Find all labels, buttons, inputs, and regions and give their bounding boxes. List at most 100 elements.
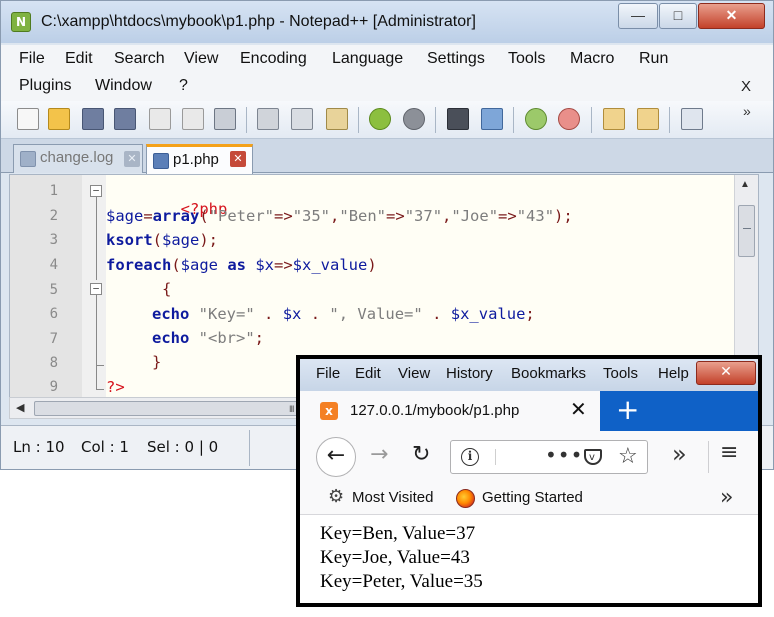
scroll-thumb[interactable]: III bbox=[34, 401, 304, 416]
browser-menu-history[interactable]: History bbox=[446, 365, 493, 382]
hamburger-menu-icon[interactable]: ≡ bbox=[720, 440, 738, 465]
line-number: 5 bbox=[49, 282, 58, 298]
tab-close-icon[interactable]: ✕ bbox=[124, 151, 140, 167]
browser-tab[interactable]: x 127.0.0.1/mybook/p1.php ✕ bbox=[300, 391, 600, 431]
menu-file[interactable]: File bbox=[19, 50, 45, 68]
menu-tools[interactable]: Tools bbox=[508, 50, 545, 68]
gear-icon: ⚙ bbox=[328, 486, 345, 507]
url-bar[interactable]: i ••• v ☆ bbox=[450, 440, 648, 474]
back-arrow-icon[interactable]: ← bbox=[316, 437, 356, 477]
bookmark-most-visited[interactable]: Most Visited bbox=[352, 489, 433, 506]
menu-window[interactable]: Window bbox=[95, 77, 152, 95]
save-icon[interactable] bbox=[82, 108, 104, 130]
toolbar-overflow-icon[interactable]: » bbox=[672, 440, 687, 468]
code-token: , bbox=[330, 207, 340, 225]
new-file-icon[interactable] bbox=[17, 108, 39, 130]
browser-menu-file[interactable]: File bbox=[316, 365, 340, 382]
undo-icon[interactable] bbox=[369, 108, 391, 130]
menu-view[interactable]: View bbox=[184, 50, 218, 68]
sync-v-icon[interactable] bbox=[603, 108, 625, 130]
code-token: . bbox=[310, 305, 321, 323]
browser-menu-bookmarks[interactable]: Bookmarks bbox=[511, 365, 586, 382]
code-token: ); bbox=[554, 207, 573, 225]
browser-menu-tools[interactable]: Tools bbox=[603, 365, 638, 382]
code-token: echo bbox=[152, 329, 190, 347]
fold-toggle-icon[interactable]: − bbox=[90, 185, 102, 197]
code-line-8: } bbox=[152, 353, 161, 371]
open-file-icon[interactable] bbox=[48, 108, 70, 130]
code-token: "<br>" bbox=[198, 329, 255, 347]
maximize-button[interactable]: □ bbox=[659, 3, 697, 29]
tab-p1-php[interactable]: p1.php ✕ bbox=[146, 144, 253, 174]
line-number: 7 bbox=[49, 331, 58, 347]
horizontal-scrollbar[interactable]: ◀ III bbox=[9, 397, 304, 419]
menu-encoding[interactable]: Encoding bbox=[240, 50, 307, 68]
fold-guide bbox=[96, 365, 97, 389]
close-icon[interactable] bbox=[149, 108, 171, 130]
menu-settings[interactable]: Settings bbox=[427, 50, 485, 68]
menu-help[interactable]: ? bbox=[179, 77, 188, 95]
forward-arrow-icon[interactable]: → bbox=[370, 442, 388, 467]
copy-icon[interactable] bbox=[291, 108, 313, 130]
code-token: $age bbox=[162, 231, 200, 249]
fold-guide bbox=[96, 197, 97, 280]
pocket-icon[interactable]: v bbox=[584, 449, 602, 465]
menu-run[interactable]: Run bbox=[639, 50, 668, 68]
tab-close-icon[interactable]: ✕ bbox=[230, 151, 246, 167]
menu-search[interactable]: Search bbox=[114, 50, 165, 68]
redo-icon[interactable] bbox=[403, 108, 425, 130]
cut-icon[interactable] bbox=[257, 108, 279, 130]
bookmarks-toolbar: ⚙ Most Visited Getting Started » bbox=[300, 483, 758, 515]
browser-menu-view[interactable]: View bbox=[398, 365, 430, 382]
bookmark-getting-started[interactable]: Getting Started bbox=[482, 489, 583, 506]
fold-toggle-icon[interactable]: − bbox=[90, 283, 102, 295]
close-all-icon[interactable] bbox=[182, 108, 204, 130]
zoom-out-icon[interactable] bbox=[558, 108, 580, 130]
menu-language[interactable]: Language bbox=[332, 50, 403, 68]
zoom-in-icon[interactable] bbox=[525, 108, 547, 130]
site-info-icon[interactable]: i bbox=[461, 448, 479, 466]
minimize-button[interactable]: — bbox=[618, 3, 658, 29]
code-token: . bbox=[264, 305, 274, 323]
menu-macro[interactable]: Macro bbox=[570, 50, 614, 68]
sync-h-icon[interactable] bbox=[637, 108, 659, 130]
tab-close-icon[interactable]: ✕ bbox=[570, 397, 587, 421]
code-token: "Peter" bbox=[208, 207, 275, 225]
word-wrap-icon[interactable] bbox=[681, 108, 703, 130]
code-token: ", Value=" bbox=[329, 305, 423, 323]
code-token: "Ben" bbox=[339, 207, 387, 225]
browser-close-button[interactable]: ✕ bbox=[696, 361, 756, 385]
bookmarks-overflow-icon[interactable]: » bbox=[720, 485, 733, 510]
toolbar-overflow-icon[interactable]: » bbox=[743, 103, 751, 119]
code-token: $age bbox=[180, 256, 218, 274]
tab-label: change.log bbox=[40, 149, 114, 166]
code-token: $age bbox=[106, 207, 144, 225]
menu-plugins[interactable]: Plugins bbox=[19, 77, 71, 95]
save-all-icon[interactable] bbox=[114, 108, 136, 130]
bookmark-star-icon[interactable]: ☆ bbox=[618, 444, 638, 469]
scroll-thumb[interactable] bbox=[738, 205, 755, 257]
scroll-up-icon[interactable]: ▲ bbox=[740, 179, 750, 190]
find-icon[interactable] bbox=[447, 108, 469, 130]
toolbar-divider bbox=[246, 107, 247, 133]
scroll-left-icon[interactable]: ◀ bbox=[16, 401, 24, 414]
browser-menu-edit[interactable]: Edit bbox=[355, 365, 381, 382]
replace-icon[interactable] bbox=[481, 108, 503, 130]
browser-tab-title: 127.0.0.1/mybook/p1.php bbox=[350, 402, 520, 419]
menu-edit[interactable]: Edit bbox=[65, 50, 93, 68]
browser-menu-help[interactable]: Help bbox=[658, 365, 689, 382]
page-content: Key=Ben, Value=37 Key=Joe, Value=43 Key=… bbox=[300, 516, 758, 603]
new-tab-icon[interactable]: + bbox=[616, 393, 639, 426]
reload-icon[interactable]: ↻ bbox=[412, 442, 430, 467]
code-token: "Key=" bbox=[198, 305, 255, 323]
code-token: => bbox=[386, 207, 405, 225]
page-actions-icon[interactable]: ••• bbox=[545, 443, 583, 467]
code-line-5: { bbox=[162, 280, 171, 298]
line-number: 2 bbox=[49, 208, 58, 224]
paste-icon[interactable] bbox=[326, 108, 348, 130]
close-button[interactable]: ✕ bbox=[698, 3, 765, 29]
code-token: ( bbox=[171, 256, 181, 274]
tab-change-log[interactable]: change.log ✕ bbox=[13, 144, 143, 173]
print-icon[interactable] bbox=[214, 108, 236, 130]
close-document-button[interactable]: X bbox=[741, 78, 751, 95]
